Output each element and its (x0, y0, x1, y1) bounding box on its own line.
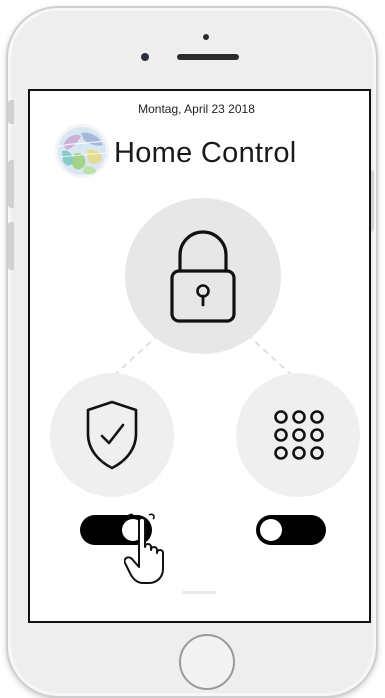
tap-hand-icon (124, 513, 164, 584)
front-camera (141, 53, 149, 61)
padlock-icon (170, 230, 236, 323)
globe-logo-icon (55, 124, 109, 178)
keypad-toggle[interactable] (256, 515, 326, 545)
keypad-icon (274, 410, 324, 460)
proximity-sensor (203, 34, 209, 40)
volume-up-button (8, 160, 14, 208)
app-screen: Montag, April 23 2018 Home Control (28, 89, 371, 623)
shield-check-icon (86, 400, 138, 470)
home-indicator (182, 591, 216, 594)
lock-control-button[interactable] (125, 198, 281, 354)
toggle-knob (260, 519, 282, 541)
mute-switch (8, 100, 14, 124)
page-title: Home Control (114, 137, 297, 169)
security-control-button[interactable] (50, 373, 174, 497)
home-button[interactable] (179, 634, 235, 690)
date-label: Montag, April 23 2018 (138, 102, 255, 116)
keypad-control-button[interactable] (236, 373, 360, 497)
volume-down-button (8, 222, 14, 270)
earpiece-speaker (177, 54, 239, 60)
